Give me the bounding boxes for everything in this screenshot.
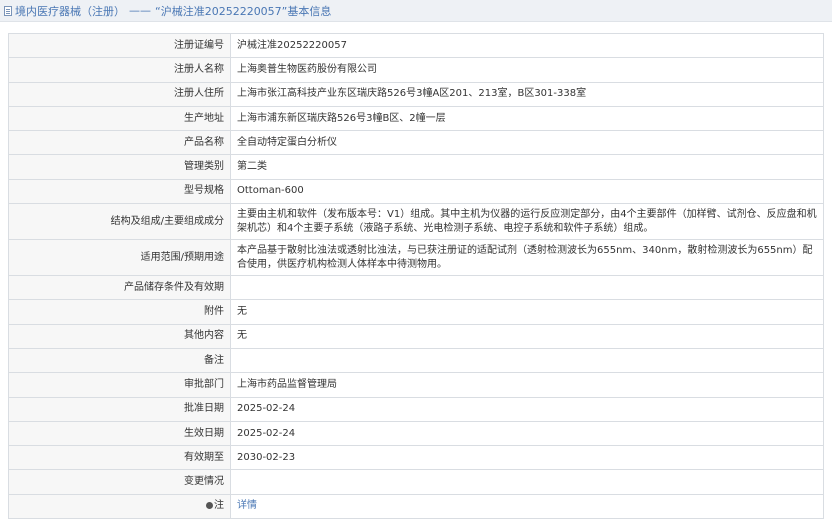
- header-subtitle: “沪械注准20252220057”基本信息: [155, 4, 332, 18]
- row-value: 本产品基于散射比浊法或透射比浊法，与已获注册证的适配试剂（透射检测波长为655n…: [230, 239, 824, 277]
- header-title: 境内医疗器械（注册）: [15, 4, 125, 18]
- row-value: 全自动特定蛋白分析仪: [230, 130, 824, 156]
- row-value: Ottoman-600: [230, 178, 824, 205]
- table-row: 管理类别 第二类: [8, 154, 824, 180]
- row-value: [230, 347, 824, 374]
- table-row: 注册人住所 上海市张江高科技产业东区瑞庆路526号3幢A区201、213室，B区…: [8, 81, 824, 107]
- row-label: 备注: [8, 347, 231, 374]
- row-value: [230, 275, 824, 301]
- table-row: 生效日期 2025-02-24: [8, 420, 824, 447]
- note-label-cell: 注: [8, 493, 231, 520]
- row-value: 无: [230, 323, 824, 349]
- row-label: 注册人住所: [8, 81, 231, 107]
- table-row: 结构及组成/主要组成成分 主要由主机和软件（发布版本号：V1）组成。其中主机为仪…: [8, 203, 824, 241]
- table-row: 注册证编号 沪械注准20252220057: [8, 32, 824, 59]
- row-label: 生效日期: [8, 420, 231, 447]
- row-value: 主要由主机和软件（发布版本号：V1）组成。其中主机为仪器的运行反应测定部分，由4…: [230, 203, 824, 241]
- details-link[interactable]: 详情: [237, 500, 257, 511]
- header-separator: ——: [129, 4, 151, 17]
- row-label: 有效期至: [8, 445, 231, 471]
- document-icon: [4, 5, 12, 16]
- table-row: 其他内容 无: [8, 323, 824, 349]
- table-row: 变更情况: [8, 469, 824, 495]
- row-label: 产品名称: [8, 130, 231, 156]
- row-label: 产品储存条件及有效期: [8, 275, 231, 301]
- row-value: 上海市张江高科技产业东区瑞庆路526号3幢A区201、213室，B区301-33…: [230, 81, 824, 107]
- note-icon: [206, 502, 213, 510]
- page-header: 境内医疗器械（注册） —— “沪械注准20252220057”基本信息: [0, 0, 832, 22]
- row-label: 附件: [8, 299, 231, 325]
- table-row: 产品储存条件及有效期: [8, 275, 824, 301]
- row-value: 沪械注准20252220057: [230, 32, 824, 59]
- row-label: 注册证编号: [8, 32, 231, 59]
- row-value: [230, 469, 824, 495]
- row-label: 结构及组成/主要组成成分: [8, 203, 231, 241]
- table-row: 注册人名称 上海奥普生物医药股份有限公司: [8, 57, 824, 83]
- row-label: 适用范围/预期用途: [8, 239, 231, 277]
- row-value: 2030-02-23: [230, 445, 824, 471]
- row-label: 生产地址: [8, 105, 231, 132]
- table-row: 产品名称 全自动特定蛋白分析仪: [8, 130, 824, 156]
- note-value-cell: 详情: [230, 493, 824, 520]
- table-row: 适用范围/预期用途 本产品基于散射比浊法或透射比浊法，与已获注册证的适配试剂（透…: [8, 239, 824, 277]
- table-row: 备注: [8, 347, 824, 374]
- row-label: 其他内容: [8, 323, 231, 349]
- table-row: 有效期至 2030-02-23: [8, 445, 824, 471]
- note-label: 注: [214, 500, 224, 512]
- row-value: 2025-02-24: [230, 420, 824, 447]
- row-label: 批准日期: [8, 396, 231, 422]
- device-info-table: 注册证编号 沪械注准20252220057 注册人名称 上海奥普生物医药股份有限…: [8, 32, 824, 520]
- row-value: 上海市浦东新区瑞庆路526号3幢B区、2幢一层: [230, 105, 824, 132]
- row-label: 注册人名称: [8, 57, 231, 83]
- table-row: 型号规格 Ottoman-600: [8, 178, 824, 205]
- table-row: 批准日期 2025-02-24: [8, 396, 824, 422]
- row-value: 第二类: [230, 154, 824, 180]
- row-value: 上海奥普生物医药股份有限公司: [230, 57, 824, 83]
- table-row-note: 注 详情: [8, 493, 824, 520]
- row-value: 上海市药品监督管理局: [230, 372, 824, 398]
- row-label: 变更情况: [8, 469, 231, 495]
- table-row: 附件 无: [8, 299, 824, 325]
- table-row: 生产地址 上海市浦东新区瑞庆路526号3幢B区、2幢一层: [8, 105, 824, 132]
- row-label: 型号规格: [8, 178, 231, 205]
- row-value: 2025-02-24: [230, 396, 824, 422]
- row-label: 审批部门: [8, 372, 231, 398]
- table-row: 审批部门 上海市药品监督管理局: [8, 372, 824, 398]
- row-label: 管理类别: [8, 154, 231, 180]
- row-value: 无: [230, 299, 824, 325]
